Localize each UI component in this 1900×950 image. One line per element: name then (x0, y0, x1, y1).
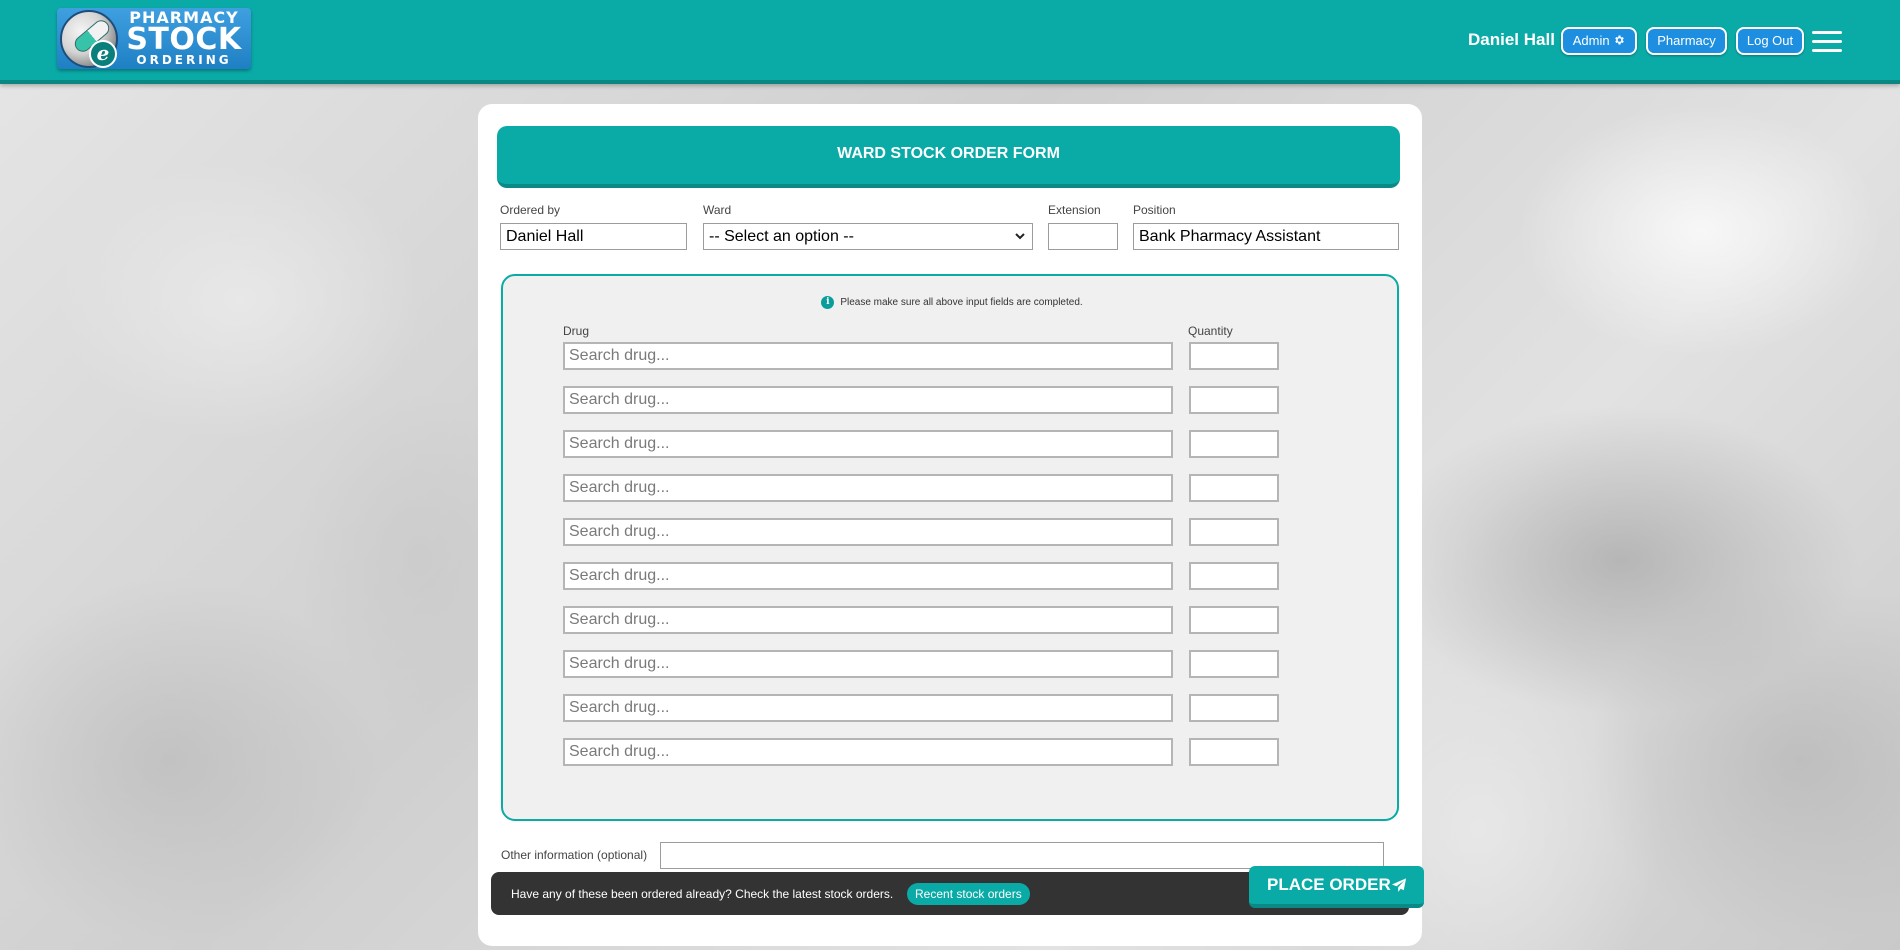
quantity-input[interactable] (1189, 342, 1279, 370)
quantity-input[interactable] (1189, 738, 1279, 766)
logout-button[interactable]: Log Out (1736, 27, 1804, 55)
form-title: WARD STOCK ORDER FORM (497, 126, 1400, 188)
ward-select-value: -- Select an option -- (709, 228, 854, 245)
drug-search-input[interactable]: Search drug... (563, 694, 1173, 722)
drug-search-input[interactable]: Search drug... (563, 518, 1173, 546)
top-navbar: e PHARMACY STOCK ORDERING Daniel Hall Ad… (0, 0, 1900, 84)
place-order-button[interactable]: PLACE ORDER (1249, 866, 1424, 908)
drug-search-input[interactable]: Search drug... (563, 342, 1173, 370)
notice-text: Please make sure all above input fields … (840, 297, 1083, 309)
quantity-input[interactable] (1189, 386, 1279, 414)
drug-column-header: Drug (563, 324, 590, 338)
pharmacy-button[interactable]: Pharmacy (1646, 27, 1727, 55)
pill-icon: e (60, 10, 118, 68)
user-name: Daniel Hall (1468, 30, 1555, 49)
app-logo[interactable]: e PHARMACY STOCK ORDERING (57, 8, 251, 69)
extension-label: Extension (1048, 203, 1101, 217)
info-icon: i (821, 296, 835, 309)
order-form-card: WARD STOCK ORDER FORM Ordered by Daniel … (478, 104, 1424, 946)
quantity-input[interactable] (1189, 694, 1279, 722)
position-field[interactable]: Bank Pharmacy Assistant (1133, 223, 1399, 250)
drug-search-input[interactable]: Search drug... (563, 606, 1173, 634)
recent-stock-orders-button[interactable]: Recent stock orders (907, 883, 1030, 905)
order-footer-bar: Have any of these been ordered already? … (491, 866, 1424, 915)
paper-plane-icon (1391, 878, 1407, 892)
admin-button-label: Admin (1572, 33, 1610, 48)
drug-search-input[interactable]: Search drug... (563, 474, 1173, 502)
drug-search-input[interactable]: Search drug... (563, 650, 1173, 678)
drug-search-input[interactable]: Search drug... (563, 386, 1173, 414)
quantity-input[interactable] (1189, 606, 1279, 634)
other-info-field[interactable] (660, 842, 1384, 869)
hamburger-menu-icon[interactable] (1812, 31, 1842, 52)
gear-icon (1615, 35, 1625, 45)
drug-search-input[interactable]: Search drug... (563, 738, 1173, 766)
chevron-down-icon (1015, 233, 1025, 240)
ward-label: Ward (703, 203, 732, 217)
form-notice: i Please make sure all above input fields… (503, 296, 1401, 309)
drug-items-panel: i Please make sure all above input fields… (501, 274, 1399, 821)
ward-select[interactable]: -- Select an option -- (703, 223, 1033, 250)
position-label: Position (1133, 203, 1176, 217)
ordered-by-label: Ordered by (500, 203, 561, 217)
extension-field[interactable] (1048, 223, 1118, 250)
quantity-input[interactable] (1189, 430, 1279, 458)
place-order-label: PLACE ORDER (1267, 875, 1391, 894)
drug-search-input[interactable]: Search drug... (563, 562, 1173, 590)
quantity-input[interactable] (1189, 474, 1279, 502)
footer-text: Have any of these been ordered already? … (511, 887, 894, 901)
quantity-input[interactable] (1189, 650, 1279, 678)
other-info-label: Other information (optional) (501, 848, 648, 862)
admin-button[interactable]: Admin (1561, 27, 1637, 55)
quantity-input[interactable] (1189, 562, 1279, 590)
drug-search-input[interactable]: Search drug... (563, 430, 1173, 458)
logo-text: PHARMACY STOCK ORDERING (126, 8, 242, 67)
quantity-input[interactable] (1189, 518, 1279, 546)
ordered-by-field[interactable]: Daniel Hall (500, 223, 687, 250)
quantity-column-header: Quantity (1188, 324, 1233, 338)
